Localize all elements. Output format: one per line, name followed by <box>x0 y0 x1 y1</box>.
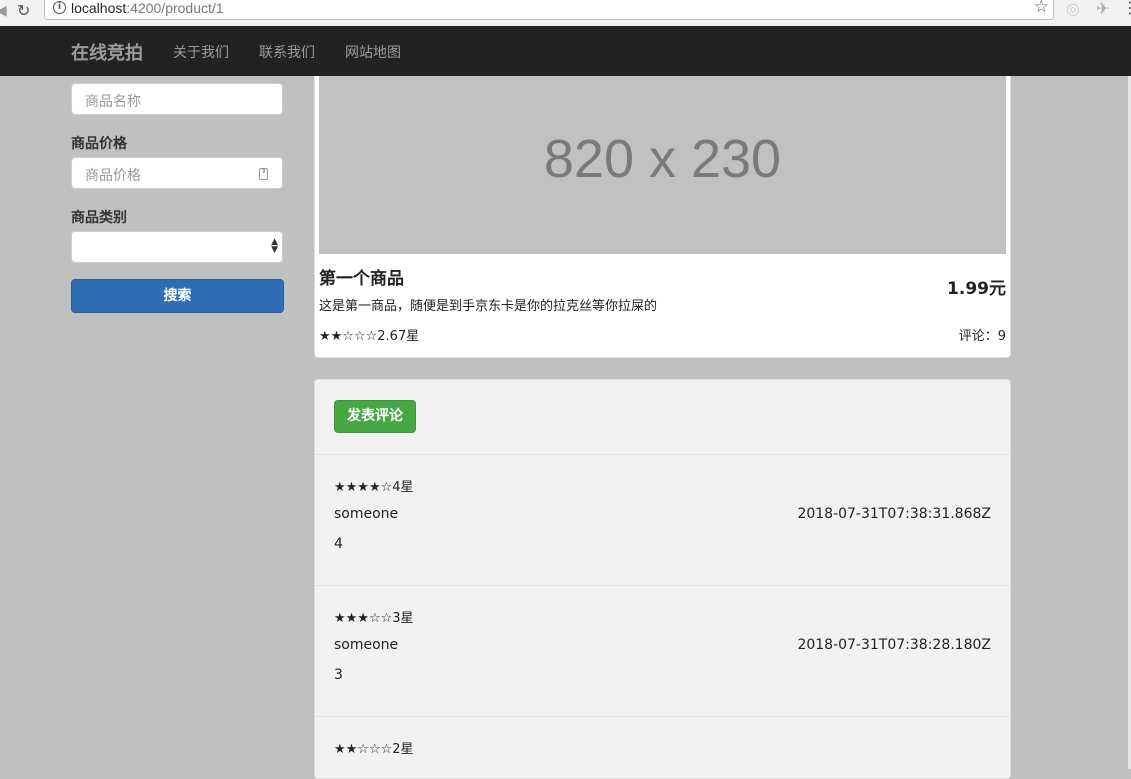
divider <box>315 716 1010 717</box>
url-host: localhost <box>71 0 127 16</box>
add-comment-button[interactable]: 发表评论 <box>334 400 416 433</box>
back-arrow-icon[interactable]: ◀ <box>0 3 7 19</box>
product-rating: ★★☆☆☆2.67星 <box>319 329 420 344</box>
comment-content: 3 <box>334 667 343 683</box>
comment-timestamp: 2018-07-31T07:38:28.180Z <box>797 637 991 653</box>
bookmark-star-icon[interactable]: ☆ <box>1034 0 1049 17</box>
address-bar[interactable]: i localhost:4200/product/1 ☆ <box>44 0 1054 20</box>
info-icon[interactable]: i <box>53 1 66 14</box>
nav-link-about[interactable]: 关于我们 <box>173 42 229 62</box>
product-price-placeholder: 商品价格 <box>85 168 141 184</box>
comment-content: 4 <box>334 536 343 552</box>
url-text[interactable]: localhost:4200/product/1 <box>71 0 224 16</box>
comment-user: someone <box>334 506 399 522</box>
product-description: 这是第一商品，随便是到手京东卡是你的拉克丝等你拉屎的 <box>319 299 658 314</box>
product-name-input[interactable]: 商品名称 <box>71 83 283 115</box>
number-spinner-icon[interactable]: ⇕ <box>259 168 268 180</box>
select-arrows-icon: ▲ ▼ <box>271 237 278 255</box>
navbar-brand[interactable]: 在线竞拍 <box>71 39 143 65</box>
reload-icon[interactable]: ↻ <box>17 1 30 20</box>
comment-count: 评论：9 <box>958 329 1006 344</box>
comment-timestamp: 2018-07-31T07:38:31.868Z <box>797 506 991 522</box>
comment-stars: ★★★★☆4星 <box>334 480 414 495</box>
divider <box>315 454 1010 455</box>
image-placeholder-text: 820 x 230 <box>543 129 782 189</box>
extension-bird-icon[interactable]: ✈ <box>1096 0 1109 18</box>
product-title: 第一个商品 <box>319 269 404 289</box>
browser-toolbar: ◀ ↻ i localhost:4200/product/1 ☆ ◎ ✈ ⋮ <box>0 0 1131 27</box>
product-price: 1.99元 <box>947 279 1006 299</box>
product-price-input[interactable]: 商品价格 ⇕ <box>71 157 283 189</box>
url-path: :4200/product/1 <box>126 0 224 16</box>
nav-link-contact[interactable]: 联系我们 <box>259 42 315 62</box>
divider <box>315 585 1010 586</box>
comment-stars: ★★☆☆☆2星 <box>334 742 414 757</box>
extension-icon[interactable]: ◎ <box>1066 0 1080 18</box>
price-label: 商品价格 <box>71 136 127 152</box>
top-navbar: 在线竞拍 关于我们 联系我们 网站地图 <box>0 26 1131 76</box>
product-card: 820 x 230 第一个商品 1.99元 这是第一商品，随便是到手京东卡是你的… <box>314 76 1011 358</box>
comments-panel: 发表评论 ★★★★☆4星 someone 2018-07-31T07:38:31… <box>314 379 1011 779</box>
product-image: 820 x 230 <box>319 76 1006 254</box>
comment-stars: ★★★☆☆3星 <box>334 611 414 626</box>
product-name-placeholder: 商品名称 <box>85 94 141 110</box>
browser-menu-icon[interactable]: ⋮ <box>1122 0 1131 17</box>
category-select[interactable]: ▲ ▼ <box>71 231 283 263</box>
comment-user: someone <box>334 637 399 653</box>
category-label: 商品类别 <box>71 210 127 226</box>
search-button[interactable]: 搜索 <box>71 279 284 313</box>
nav-link-sitemap[interactable]: 网站地图 <box>345 42 401 62</box>
